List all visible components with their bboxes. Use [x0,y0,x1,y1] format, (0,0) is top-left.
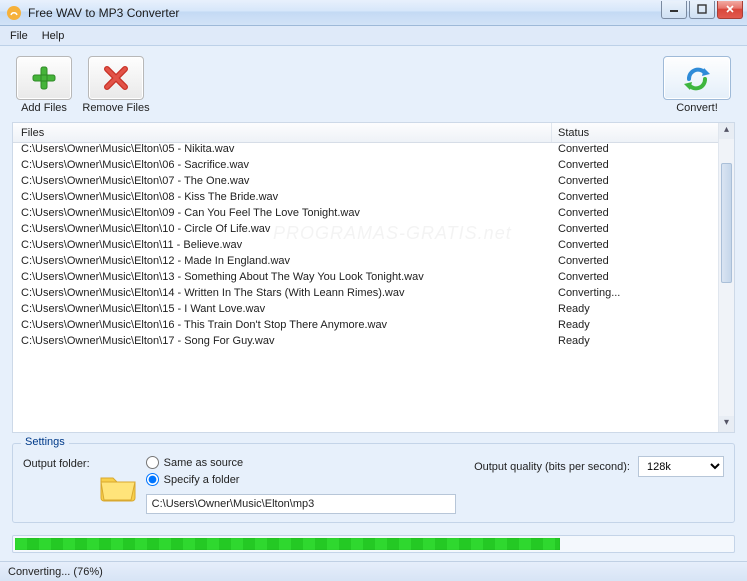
radio-same-as-source[interactable]: Same as source [146,456,456,469]
table-row[interactable]: C:\Users\Owner\Music\Elton\15 - I Want L… [13,303,718,319]
cell-file: C:\Users\Owner\Music\Elton\11 - Believe.… [13,239,552,255]
table-row[interactable]: C:\Users\Owner\Music\Elton\09 - Can You … [13,207,718,223]
cell-status: Ready [552,303,718,319]
progress-bar [12,535,735,553]
cell-status: Converted [552,159,718,175]
cell-status: Converting... [552,287,718,303]
menu-help[interactable]: Help [42,30,65,42]
toolbar: Add Files Remove Files Convert [12,56,735,114]
client-area: Add Files Remove Files Convert [0,46,747,561]
cell-file: C:\Users\Owner\Music\Elton\07 - The One.… [13,175,552,191]
cell-file: C:\Users\Owner\Music\Elton\15 - I Want L… [13,303,552,319]
cell-status: Ready [552,319,718,335]
output-path-field[interactable] [146,494,456,514]
file-list: Files Status C:\Users\Owner\Music\Elton\… [12,122,735,433]
cell-status: Converted [552,191,718,207]
cell-status: Converted [552,255,718,271]
radio-specify-label: Specify a folder [164,474,240,486]
cell-file: C:\Users\Owner\Music\Elton\09 - Can You … [13,207,552,223]
table-row[interactable]: C:\Users\Owner\Music\Elton\05 - Nikita.w… [13,143,718,159]
cell-file: C:\Users\Owner\Music\Elton\05 - Nikita.w… [13,143,552,159]
cell-file: C:\Users\Owner\Music\Elton\13 - Somethin… [13,271,552,287]
output-folder-label: Output folder: [23,456,90,470]
table-row[interactable]: C:\Users\Owner\Music\Elton\16 - This Tra… [13,319,718,335]
window-title: Free WAV to MP3 Converter [28,6,661,20]
cell-file: C:\Users\Owner\Music\Elton\17 - Song For… [13,335,552,351]
table-row[interactable]: C:\Users\Owner\Music\Elton\13 - Somethin… [13,271,718,287]
cell-status: Converted [552,143,718,159]
settings-group: Settings Output folder: Same as source [12,443,735,523]
maximize-button[interactable] [689,1,715,19]
radio-specify-input[interactable] [146,473,159,486]
refresh-icon [679,63,715,93]
table-row[interactable]: C:\Users\Owner\Music\Elton\08 - Kiss The… [13,191,718,207]
column-header-status[interactable]: Status [552,123,718,142]
statusbar: Converting... (76%) [0,561,747,581]
menubar: File Help [0,26,747,46]
column-header-files[interactable]: Files [13,123,552,142]
scroll-track[interactable] [719,139,734,416]
output-quality-label: Output quality (bits per second): [474,461,630,473]
table-row[interactable]: C:\Users\Owner\Music\Elton\17 - Song For… [13,335,718,351]
cell-file: C:\Users\Owner\Music\Elton\16 - This Tra… [13,319,552,335]
cell-file: C:\Users\Owner\Music\Elton\14 - Written … [13,287,552,303]
plus-icon [29,63,59,93]
cell-file: C:\Users\Owner\Music\Elton\08 - Kiss The… [13,191,552,207]
add-files-button[interactable]: Add Files [12,56,76,114]
cell-status: Converted [552,223,718,239]
titlebar: Free WAV to MP3 Converter [0,0,747,26]
table-row[interactable]: C:\Users\Owner\Music\Elton\11 - Believe.… [13,239,718,255]
cell-file: C:\Users\Owner\Music\Elton\06 - Sacrific… [13,159,552,175]
table-row[interactable]: C:\Users\Owner\Music\Elton\14 - Written … [13,287,718,303]
cell-status: Converted [552,207,718,223]
x-icon [101,63,131,93]
scrollbar[interactable]: ▴ ▾ [718,123,734,432]
radio-same-label: Same as source [164,457,243,469]
minimize-button[interactable] [661,1,687,19]
table-row[interactable]: C:\Users\Owner\Music\Elton\06 - Sacrific… [13,159,718,175]
cell-status: Converted [552,271,718,287]
table-row[interactable]: C:\Users\Owner\Music\Elton\10 - Circle O… [13,223,718,239]
cell-status: Converted [552,175,718,191]
cell-file: C:\Users\Owner\Music\Elton\12 - Made In … [13,255,552,271]
settings-legend: Settings [21,436,69,448]
radio-specify-folder[interactable]: Specify a folder [146,473,456,486]
list-rows: C:\Users\Owner\Music\Elton\05 - Nikita.w… [13,143,718,351]
progress-fill [15,538,560,550]
table-row[interactable]: C:\Users\Owner\Music\Elton\07 - The One.… [13,175,718,191]
cell-status: Converted [552,239,718,255]
cell-status: Ready [552,335,718,351]
remove-files-label: Remove Files [82,102,149,114]
menu-file[interactable]: File [10,30,28,42]
scroll-down-icon[interactable]: ▾ [719,416,734,432]
app-icon [6,5,22,21]
folder-icon [98,468,138,504]
scroll-up-icon[interactable]: ▴ [719,123,734,139]
table-row[interactable]: C:\Users\Owner\Music\Elton\12 - Made In … [13,255,718,271]
status-text: Converting... (76%) [8,566,103,578]
convert-label: Convert! [676,102,718,114]
output-quality-select[interactable]: 128k [638,456,724,477]
convert-button[interactable]: Convert! [659,56,735,114]
scroll-thumb[interactable] [721,163,732,283]
window-controls [661,1,747,19]
remove-files-button[interactable]: Remove Files [84,56,148,114]
add-files-label: Add Files [21,102,67,114]
cell-file: C:\Users\Owner\Music\Elton\10 - Circle O… [13,223,552,239]
list-header: Files Status [13,123,718,143]
radio-same-input[interactable] [146,456,159,469]
close-button[interactable] [717,1,743,19]
